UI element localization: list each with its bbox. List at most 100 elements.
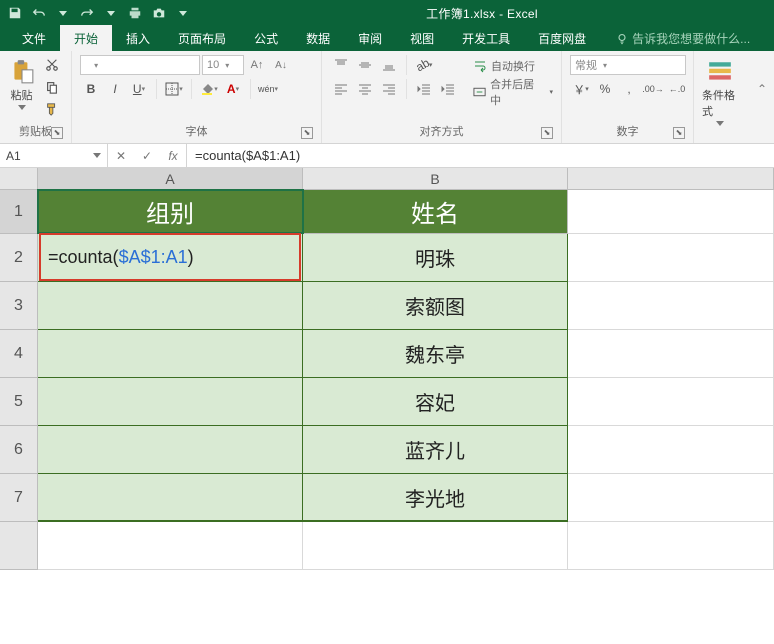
tab-home[interactable]: 开始: [60, 25, 112, 51]
decrease-indent-button[interactable]: [413, 79, 435, 99]
percent-button[interactable]: %: [594, 79, 616, 99]
enter-formula-button[interactable]: ✓: [134, 149, 160, 163]
row-header-7[interactable]: 7: [0, 474, 38, 522]
cell-A6[interactable]: [38, 426, 303, 474]
cell-C7[interactable]: [568, 474, 774, 522]
wrap-text-button[interactable]: 自动换行: [473, 55, 553, 77]
align-top-button[interactable]: [330, 55, 352, 75]
tab-developer[interactable]: 开发工具: [448, 25, 524, 51]
redo-icon[interactable]: [76, 2, 98, 24]
row-header-8[interactable]: [0, 522, 38, 570]
row-header-6[interactable]: 6: [0, 426, 38, 474]
print-icon[interactable]: [124, 2, 146, 24]
fill-color-button[interactable]: ▾: [198, 79, 220, 99]
cell-C5[interactable]: [568, 378, 774, 426]
dialog-launcher-icon[interactable]: ⬊: [51, 127, 63, 139]
italic-button[interactable]: I: [104, 79, 126, 99]
cell-C4[interactable]: [568, 330, 774, 378]
name-box[interactable]: A1: [0, 144, 108, 167]
cell-A2[interactable]: =counta($A$1:A1): [38, 234, 303, 282]
conditional-format-button[interactable]: 条件格式: [702, 55, 738, 126]
number-format-combo[interactable]: 常规▾: [570, 55, 686, 75]
cell-C1[interactable]: [568, 190, 774, 234]
font-family-combo[interactable]: ▾: [80, 55, 200, 75]
camera-icon[interactable]: [148, 2, 170, 24]
tab-data[interactable]: 数据: [292, 25, 344, 51]
underline-button[interactable]: U▾: [128, 79, 150, 99]
fx-button[interactable]: fx: [160, 149, 186, 163]
border-button[interactable]: ▾: [163, 79, 185, 99]
tab-formulas[interactable]: 公式: [240, 25, 292, 51]
select-all-corner[interactable]: [0, 168, 38, 190]
collapse-ribbon-icon[interactable]: ⌃: [754, 81, 770, 97]
align-bottom-button[interactable]: [378, 55, 400, 75]
paste-button[interactable]: 粘贴: [8, 55, 35, 110]
cell-C8[interactable]: [568, 522, 774, 570]
col-header-A[interactable]: A: [38, 168, 303, 190]
tell-me-search[interactable]: 告诉我您想要做什么...: [610, 26, 756, 51]
cell-A5[interactable]: [38, 378, 303, 426]
tab-insert[interactable]: 插入: [112, 25, 164, 51]
row-header-3[interactable]: 3: [0, 282, 38, 330]
orientation-button[interactable]: ab▾: [413, 55, 435, 75]
dialog-launcher-icon[interactable]: ⬊: [673, 127, 685, 139]
sheet-area[interactable]: A B 1 组别 姓名 2 =counta($A$1:A1) 明珠 3 索额图: [0, 168, 774, 643]
row-header-2[interactable]: 2: [0, 234, 38, 282]
qat-customize-icon[interactable]: [172, 2, 194, 24]
dropdown-caret-icon[interactable]: [52, 2, 74, 24]
cell-B2[interactable]: 明珠: [303, 234, 568, 282]
tab-file[interactable]: 文件: [8, 25, 60, 51]
cell-B3[interactable]: 索额图: [303, 282, 568, 330]
phonetic-button[interactable]: wén▾: [257, 79, 279, 99]
formula-input[interactable]: =counta($A$1:A1): [187, 144, 774, 167]
tab-review[interactable]: 审阅: [344, 25, 396, 51]
cut-button[interactable]: [41, 55, 63, 75]
increase-decimal-button[interactable]: .00→: [642, 79, 664, 99]
cell-A4[interactable]: [38, 330, 303, 378]
align-right-button[interactable]: [378, 79, 400, 99]
cell-A1[interactable]: 组别: [38, 190, 303, 234]
format-painter-button[interactable]: [41, 99, 63, 119]
tab-baidu[interactable]: 百度网盘: [524, 25, 600, 51]
dropdown-caret-icon[interactable]: [100, 2, 122, 24]
bold-button[interactable]: B: [80, 79, 102, 99]
cell-B6[interactable]: 蓝齐儿: [303, 426, 568, 474]
tab-page-layout[interactable]: 页面布局: [164, 25, 240, 51]
col-header-B[interactable]: B: [303, 168, 568, 190]
copy-button[interactable]: [41, 77, 63, 97]
merge-center-button[interactable]: 合并后居中▾: [473, 81, 553, 103]
cell-A8[interactable]: [38, 522, 303, 570]
align-center-button[interactable]: [354, 79, 376, 99]
align-left-button[interactable]: [330, 79, 352, 99]
ribbon: 粘贴 剪贴板⬊ ▾ 10▾ A↑ A↓ B I U▾: [0, 51, 774, 144]
dialog-launcher-icon[interactable]: ⬊: [301, 127, 313, 139]
cell-B7[interactable]: 李光地: [303, 474, 568, 522]
cell-A3[interactable]: [38, 282, 303, 330]
undo-icon[interactable]: [28, 2, 50, 24]
dialog-launcher-icon[interactable]: ⬊: [541, 127, 553, 139]
row-header-1[interactable]: 1: [0, 190, 38, 234]
cell-C3[interactable]: [568, 282, 774, 330]
align-middle-button[interactable]: [354, 55, 376, 75]
increase-indent-button[interactable]: [437, 79, 459, 99]
col-header-C[interactable]: [568, 168, 774, 190]
cancel-formula-button[interactable]: ✕: [108, 149, 134, 163]
decrease-decimal-button[interactable]: ←.0: [666, 79, 688, 99]
cell-C6[interactable]: [568, 426, 774, 474]
cell-A7[interactable]: [38, 474, 303, 522]
cell-B1[interactable]: 姓名: [303, 190, 568, 234]
cell-C2[interactable]: [568, 234, 774, 282]
save-icon[interactable]: [4, 2, 26, 24]
cell-B8[interactable]: [303, 522, 568, 570]
cell-B5[interactable]: 容妃: [303, 378, 568, 426]
row-header-4[interactable]: 4: [0, 330, 38, 378]
cell-B4[interactable]: 魏东亭: [303, 330, 568, 378]
decrease-font-button[interactable]: A↓: [270, 55, 292, 75]
row-header-5[interactable]: 5: [0, 378, 38, 426]
accounting-format-button[interactable]: ￥▾: [570, 79, 592, 99]
comma-button[interactable]: ,: [618, 79, 640, 99]
font-size-combo[interactable]: 10▾: [202, 55, 244, 75]
increase-font-button[interactable]: A↑: [246, 55, 268, 75]
font-color-button[interactable]: A▾: [222, 79, 244, 99]
tab-view[interactable]: 视图: [396, 25, 448, 51]
